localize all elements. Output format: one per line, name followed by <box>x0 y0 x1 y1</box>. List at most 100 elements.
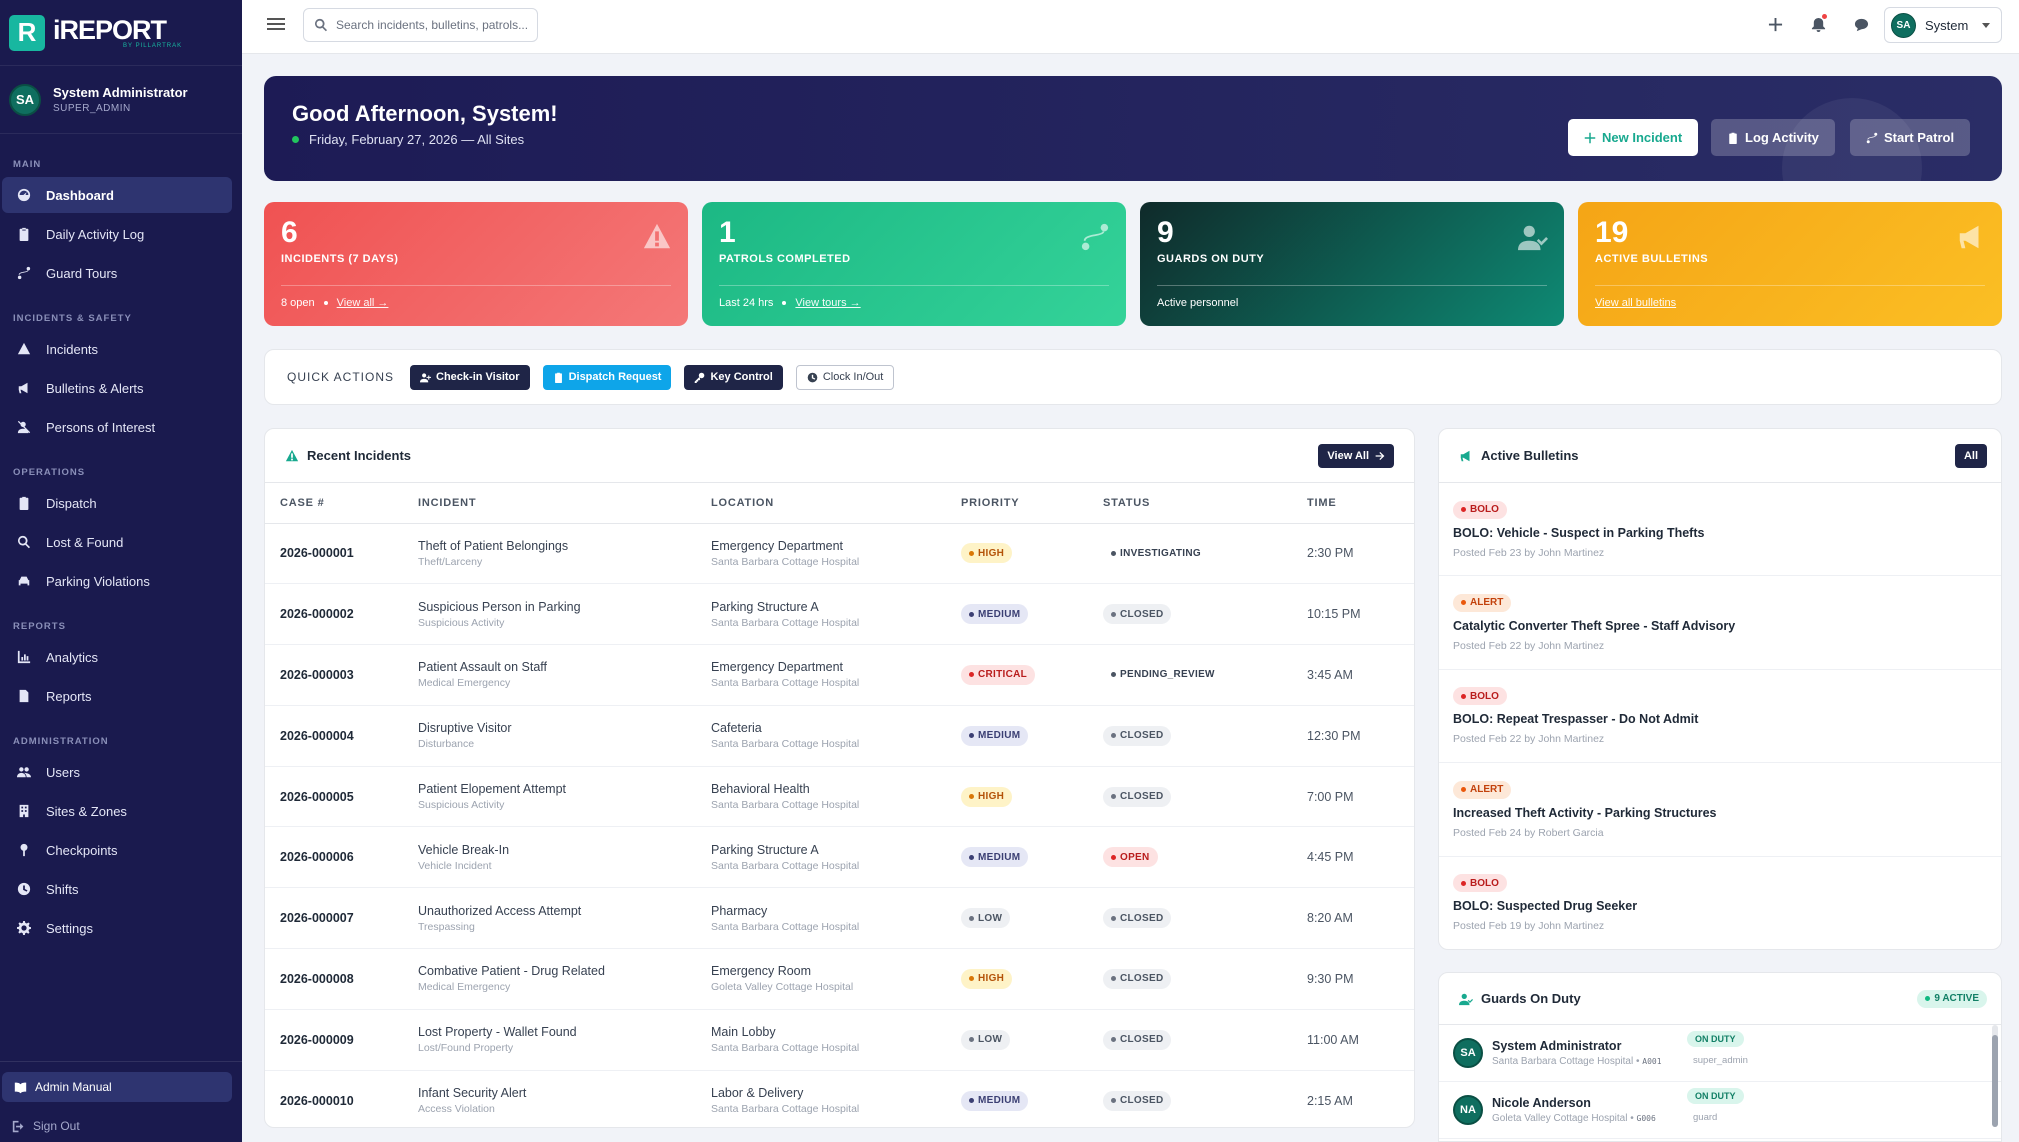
sidebar-item-bulletins[interactable]: Bulletins & Alerts <box>2 370 232 406</box>
incident-title: Theft of Patient Belongings <box>418 538 569 553</box>
clock-in-out-label: Clock In/Out <box>822 371 884 383</box>
incidents-table: CASE # INCIDENT LOCATION PRIORITY STATUS… <box>265 483 1414 1127</box>
bulletin-item[interactable]: BOLO BOLO: Vehicle - Suspect in Parking T… <box>1439 483 2001 577</box>
admin-manual-button[interactable]: Admin Manual <box>2 1072 232 1102</box>
incident-title: Infant Security Alert <box>418 1086 527 1101</box>
sidebar-item-label: Dispatch <box>46 495 97 511</box>
table-row[interactable]: 2026-000004 Disruptive Visitor Disturbance… <box>265 705 1414 767</box>
sidebar-item-lost-found[interactable]: Lost & Found <box>2 524 232 560</box>
sidebar-item-shifts[interactable]: Shifts <box>2 871 232 907</box>
stat-card-bulletins[interactable]: 19 ACTIVE BULLETINS View all bulletins <box>1578 202 2002 326</box>
view-all-incidents-button[interactable]: View All <box>1318 443 1394 468</box>
col-status[interactable]: STATUS <box>1103 483 1307 524</box>
sidebar-item-persons-of-interest[interactable]: Persons of Interest <box>2 409 232 445</box>
case-number[interactable]: 2026-000004 <box>265 705 418 767</box>
bell-icon[interactable] <box>1808 14 1828 34</box>
check-in-visitor-button[interactable]: Check-in Visitor <box>410 364 530 390</box>
log-activity-button[interactable]: Log Activity <box>1711 119 1835 156</box>
sign-out-button[interactable]: Sign Out <box>0 1110 242 1142</box>
sidebar-item-label: Incidents <box>46 341 99 357</box>
table-row[interactable]: 2026-000007 Unauthorized Access Attempt Tr… <box>265 887 1414 950</box>
priority-badge: MEDIUM <box>961 847 1029 868</box>
case-number[interactable]: 2026-000008 <box>265 948 418 1010</box>
sidebar-item-checkpoints[interactable]: Checkpoints <box>2 832 232 868</box>
user-menu[interactable]: SA System <box>1884 7 2002 43</box>
sidebar-item-dashboard[interactable]: Dashboard <box>2 177 232 213</box>
guard-role: guard <box>1693 1112 1718 1123</box>
clipboard-icon <box>16 226 32 242</box>
bulletin-item[interactable]: ALERT Catalytic Converter Theft Spree - S… <box>1439 576 2001 670</box>
col-priority[interactable]: PRIORITY <box>961 483 1103 524</box>
case-number[interactable]: 2026-000001 <box>265 523 418 585</box>
col-location[interactable]: LOCATION <box>711 483 961 524</box>
table-row[interactable]: 2026-000003 Patient Assault on Staff Medic… <box>265 644 1414 706</box>
table-row[interactable]: 2026-000001 Theft of Patient Belongings Th… <box>265 523 1414 585</box>
case-number[interactable]: 2026-000010 <box>265 1070 418 1127</box>
sidebar-item-settings[interactable]: Settings <box>2 910 232 946</box>
col-time[interactable]: TIME <box>1307 483 1414 524</box>
bulletin-item[interactable]: BOLO BOLO: Repeat Trespasser - Do Not Adm… <box>1439 670 2001 764</box>
sidebar-item-analytics[interactable]: Analytics <box>2 639 232 675</box>
table-row[interactable]: 2026-000005 Patient Elopement Attempt Susp… <box>265 766 1414 828</box>
col-incident[interactable]: INCIDENT <box>418 483 711 524</box>
sidebar-item-guard-tours[interactable]: Guard Tours <box>2 255 232 291</box>
chat-icon[interactable] <box>1851 14 1871 34</box>
all-bulletins-button[interactable]: All <box>1954 443 1987 468</box>
dispatch-request-button[interactable]: Dispatch Request <box>542 364 672 390</box>
case-number[interactable]: 2026-000007 <box>265 887 418 950</box>
incident-time: 9:30 PM <box>1307 948 1414 1010</box>
search-box[interactable] <box>303 8 538 42</box>
case-number[interactable]: 2026-000002 <box>265 583 418 646</box>
nav-section-operations: OPERATIONS <box>13 467 86 478</box>
quick-actions-label: QUICK ACTIONS <box>287 370 395 384</box>
bulletin-item[interactable]: BOLO BOLO: Suspected Drug Seeker Posted Fe… <box>1439 857 2001 949</box>
guard-item[interactable]: SA System Administrator Santa Barbara Cott… <box>1439 1025 2001 1082</box>
col-case[interactable]: CASE # <box>265 483 418 524</box>
view-all-bulletins-link[interactable]: View all bulletins <box>1595 297 1676 309</box>
priority-badge: LOW <box>961 908 1011 929</box>
sidebar-item-incidents[interactable]: Incidents <box>2 331 232 367</box>
table-row[interactable]: 2026-000010 Infant Security Alert Access V… <box>265 1070 1414 1127</box>
add-icon[interactable] <box>1765 14 1785 34</box>
priority-badge: HIGH <box>961 786 1013 807</box>
megaphone-icon <box>1460 450 1470 461</box>
sidebar-item-dispatch[interactable]: Dispatch <box>2 485 232 521</box>
sidebar-user[interactable]: SA System Administrator SUPER_ADMIN <box>0 66 242 134</box>
location-name: Parking Structure A <box>711 599 819 614</box>
incident-type: Trespassing <box>418 920 475 933</box>
site-name: Santa Barbara Cottage Hospital <box>711 799 860 812</box>
key-control-button[interactable]: Key Control <box>684 364 783 390</box>
table-row[interactable]: 2026-000006 Vehicle Break-In Vehicle Incid… <box>265 826 1414 889</box>
sidebar-item-parking-violations[interactable]: Parking Violations <box>2 563 232 599</box>
case-number[interactable]: 2026-000005 <box>265 766 418 828</box>
view-tours-link[interactable]: View tours → <box>795 297 860 309</box>
case-number[interactable]: 2026-000009 <box>265 1009 418 1071</box>
sidebar-item-daily-activity-log[interactable]: Daily Activity Log <box>2 216 232 252</box>
panel-title: Guards On Duty <box>1481 991 1581 1006</box>
sidebar-item-reports[interactable]: Reports <box>2 678 232 714</box>
sidebar-item-users[interactable]: Users <box>2 754 232 790</box>
new-incident-button[interactable]: New Incident <box>1568 119 1699 156</box>
guards-scrollbar[interactable] <box>1992 1025 1998 1127</box>
clock-in-out-button[interactable]: Clock In/Out <box>795 364 895 390</box>
stat-card-incidents[interactable]: 6 INCIDENTS (7 DAYS) 8 open View all → <box>264 202 688 326</box>
view-all-incidents-link[interactable]: View all → <box>337 297 389 309</box>
scrollbar-thumb[interactable] <box>1992 1035 1998 1127</box>
nav-section-reports: REPORTS <box>13 621 66 632</box>
stat-card-guards[interactable]: 9 GUARDS ON DUTY Active personnel <box>1140 202 1564 326</box>
table-row[interactable]: 2026-000009 Lost Property - Wallet Found L… <box>265 1009 1414 1071</box>
incident-title: Patient Elopement Attempt <box>418 782 567 797</box>
sidebar-item-sites-zones[interactable]: Sites & Zones <box>2 793 232 829</box>
bulletin-item[interactable]: ALERT Increased Theft Activity - Parking … <box>1439 763 2001 857</box>
search-input[interactable] <box>336 18 531 32</box>
start-patrol-button[interactable]: Start Patrol <box>1850 119 1971 156</box>
case-number[interactable]: 2026-000006 <box>265 826 418 889</box>
case-number[interactable]: 2026-000003 <box>265 644 418 706</box>
menu-toggle-icon[interactable] <box>267 15 285 33</box>
stat-card-patrols[interactable]: 1 PATROLS COMPLETED Last 24 hrs View tou… <box>702 202 1126 326</box>
table-row[interactable]: 2026-000008 Combative Patient - Drug Rela… <box>265 948 1414 1010</box>
brand[interactable]: R iREPORT BY PILLARTRAK <box>0 0 242 66</box>
guard-item[interactable]: NA Nicole Anderson Goleta Valley Cottage H… <box>1439 1082 2001 1139</box>
guard-name: System Administrator <box>1492 1039 1622 1053</box>
table-row[interactable]: 2026-000002 Suspicious Person in Parking S… <box>265 583 1414 646</box>
